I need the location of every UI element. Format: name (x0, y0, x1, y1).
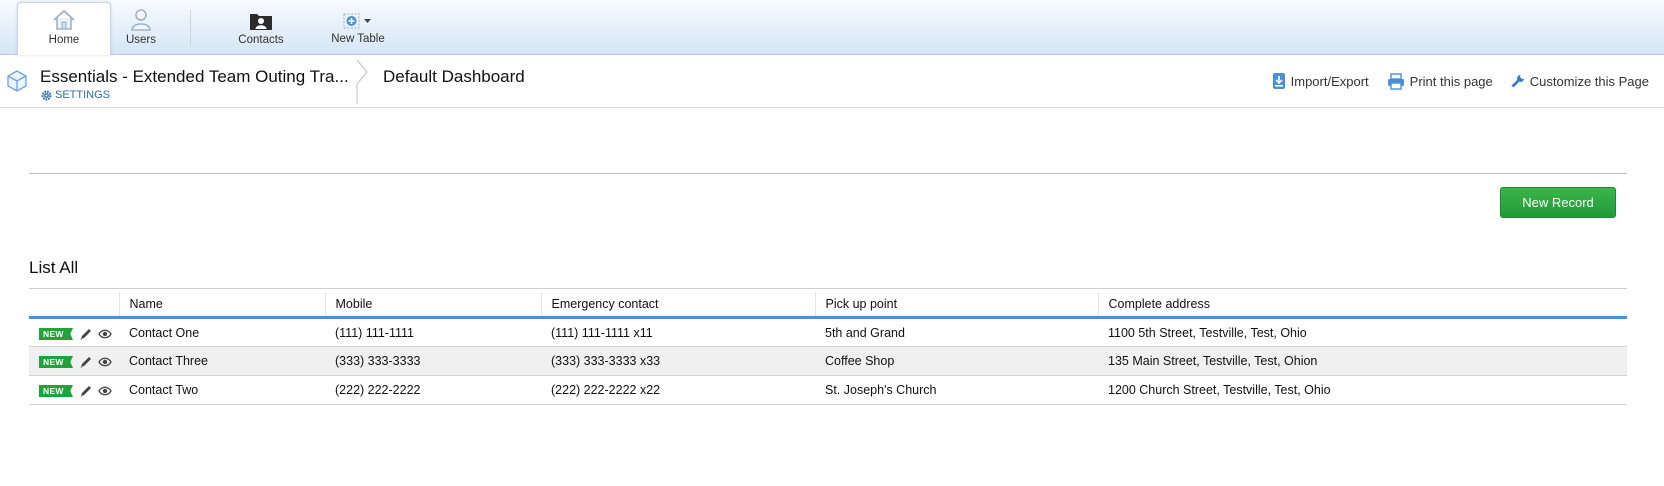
cell-emergency-contact: (111) 111-1111 x11 (541, 317, 815, 347)
eye-view-icon[interactable] (98, 386, 112, 396)
customize-label: Customize this Page (1529, 73, 1649, 89)
import-export-icon (1272, 73, 1285, 89)
customize-link[interactable]: Customize this Page (1511, 72, 1649, 90)
page-title: Default Dashboard (383, 67, 525, 86)
new-badge: NEW (39, 328, 73, 340)
eye-view-icon[interactable] (98, 357, 112, 367)
new-badge: NEW (39, 356, 73, 368)
cell-mobile: (111) 111-1111 (325, 317, 541, 347)
tab-contacts[interactable]: Contacts (216, 2, 306, 55)
cell-pick-up-point: Coffee Shop (815, 346, 1098, 376)
pencil-edit-icon[interactable] (79, 385, 92, 398)
print-link[interactable]: Print this page (1387, 72, 1493, 90)
app-title[interactable]: Essentials - Extended Team Outing Tra... (40, 67, 349, 87)
eye-view-icon[interactable] (98, 329, 112, 339)
page-actions: Import/Export Print this page Customize … (1272, 72, 1649, 90)
cell-mobile: (222) 222-2222 (325, 375, 541, 405)
tab-new-table-label: New Table (331, 33, 385, 45)
cell-name: Contact Three (119, 346, 325, 376)
printer-icon (1387, 72, 1404, 90)
new-badge: NEW (39, 385, 73, 397)
print-label: Print this page (1409, 73, 1493, 89)
row-controls: NEW (29, 346, 119, 376)
column-header-emergency-contact[interactable]: Emergency contact (541, 292, 816, 319)
settings-label: SETTINGS (55, 89, 111, 101)
cell-complete-address: 135 Main Street, Testville, Test, Ohion (1098, 346, 1627, 376)
list-divider (29, 288, 1627, 289)
app-cube-icon (7, 70, 27, 92)
cell-pick-up-point: St. Joseph's Church (815, 375, 1098, 405)
wrench-icon (1511, 75, 1524, 88)
table-header-row: Name Mobile Emergency contact Pick up po… (29, 292, 1627, 319)
user-icon (131, 9, 151, 31)
column-header-controls (29, 292, 120, 319)
column-header-name[interactable]: Name (119, 292, 326, 319)
column-header-pick-up-point[interactable]: Pick up point (815, 292, 1099, 319)
top-nav-bar: Home Users Contacts New Table (0, 0, 1664, 55)
list-title: List All (29, 258, 79, 277)
add-table-icon (343, 13, 371, 29)
row-controls: NEW (29, 317, 119, 347)
table-row[interactable]: NEW Contact Three (333) 333-3333 (333) 3… (29, 346, 1627, 376)
pencil-edit-icon[interactable] (79, 356, 92, 369)
import-export-label: Import/Export (1290, 73, 1369, 89)
cell-name: Contact Two (119, 375, 325, 405)
column-header-mobile[interactable]: Mobile (325, 292, 542, 319)
gear-icon (41, 90, 52, 100)
settings-link[interactable]: SETTINGS (41, 89, 110, 101)
import-export-link[interactable]: Import/Export (1272, 72, 1369, 90)
table-row[interactable]: NEW Contact One (111) 111-1111 (111) 111… (29, 317, 1627, 347)
cell-mobile: (333) 333-3333 (325, 346, 541, 376)
tab-home-label: Home (48, 34, 80, 46)
table-row[interactable]: NEW Contact Two (222) 222-2222 (222) 222… (29, 375, 1627, 405)
cell-emergency-contact: (222) 222-2222 x22 (541, 375, 815, 405)
tab-users-label: Users (125, 34, 157, 46)
tab-users[interactable]: Users (96, 2, 186, 55)
breadcrumb-separator-icon (356, 60, 368, 104)
home-icon (53, 9, 75, 30)
records-table: Name Mobile Emergency contact Pick up po… (29, 292, 1627, 405)
cell-emergency-contact: (333) 333-3333 x33 (541, 346, 815, 376)
row-controls: NEW (29, 375, 119, 405)
nav-divider (190, 10, 191, 46)
tab-new-table[interactable]: New Table (312, 2, 404, 55)
page-header: Essentials - Extended Team Outing Tra...… (0, 56, 1664, 108)
cell-name: Contact One (119, 317, 325, 347)
tab-contacts-label: Contacts (238, 34, 284, 46)
cell-complete-address: 1100 5th Street, Testville, Test, Ohio (1098, 317, 1627, 347)
cell-complete-address: 1200 Church Street, Testville, Test, Ohi… (1098, 375, 1627, 405)
pencil-edit-icon[interactable] (79, 328, 92, 341)
new-record-button[interactable]: New Record (1500, 187, 1616, 218)
section-divider (29, 173, 1627, 174)
contacts-folder-icon (250, 14, 272, 30)
column-header-complete-address[interactable]: Complete address (1098, 292, 1627, 319)
cell-pick-up-point: 5th and Grand (815, 317, 1098, 347)
